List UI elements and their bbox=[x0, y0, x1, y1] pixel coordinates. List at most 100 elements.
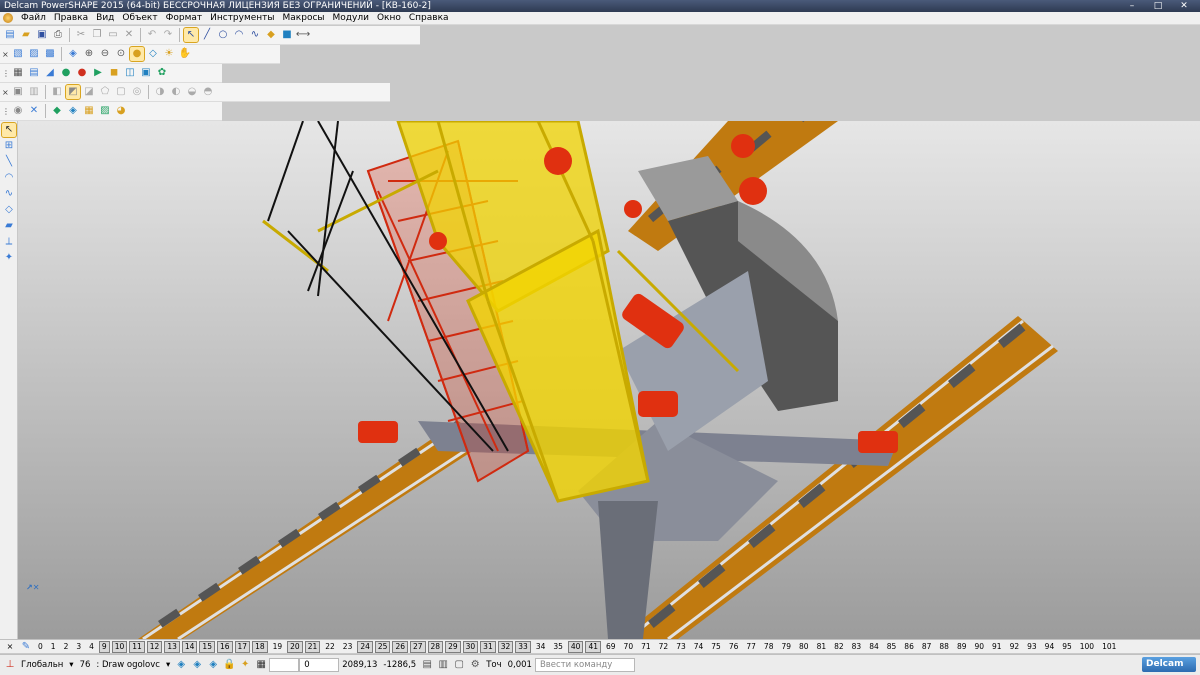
layer-27[interactable]: 27 bbox=[409, 640, 426, 653]
grip-icon[interactable]: ⋮ bbox=[2, 69, 10, 78]
mirror-icon[interactable]: ◐ bbox=[169, 85, 183, 99]
snap-icon[interactable]: ◈ bbox=[174, 658, 188, 672]
layer-2[interactable]: 2 bbox=[61, 641, 72, 653]
wireframe-icon[interactable]: ◇ bbox=[146, 47, 160, 61]
layer-81[interactable]: 81 bbox=[814, 641, 830, 653]
shade-solid-icon[interactable]: ◆ bbox=[50, 104, 64, 118]
view-top-icon[interactable]: ▧ bbox=[11, 47, 25, 61]
menu-help[interactable]: Справка bbox=[405, 13, 453, 23]
layer-30[interactable]: 30 bbox=[462, 640, 479, 653]
layer-18[interactable]: 18 bbox=[252, 640, 268, 653]
sphere-icon[interactable]: ● bbox=[59, 66, 73, 80]
doc-icon[interactable]: ▤ bbox=[27, 66, 41, 80]
grip-2-icon[interactable]: ⋮ bbox=[2, 107, 10, 116]
arc-icon[interactable]: ◠ bbox=[232, 28, 246, 42]
chamfer-icon[interactable]: ⬠ bbox=[98, 85, 112, 99]
curve-tool-icon[interactable]: ∿ bbox=[2, 187, 16, 201]
layer-28[interactable]: 28 bbox=[427, 640, 444, 653]
layer-22[interactable]: 22 bbox=[322, 641, 338, 653]
solid-tool-icon[interactable]: ▰ bbox=[2, 219, 16, 233]
workplane-dropdown-icon[interactable]: ▾ bbox=[66, 660, 76, 670]
analysis-icon[interactable]: ▨ bbox=[98, 104, 112, 118]
pointer-icon[interactable]: ↖ bbox=[1, 122, 17, 138]
value-field[interactable]: 0 bbox=[299, 658, 340, 672]
menu-object[interactable]: Объект bbox=[118, 13, 161, 23]
layer-71[interactable]: 71 bbox=[638, 641, 654, 653]
text-tool-icon[interactable]: ✦ bbox=[2, 251, 16, 265]
hand-icon[interactable]: ✋ bbox=[178, 47, 192, 61]
layer-34[interactable]: 34 bbox=[533, 641, 549, 653]
zoom-in-icon[interactable]: ⊕ bbox=[82, 47, 96, 61]
layer-33[interactable]: 33 bbox=[515, 640, 531, 653]
level-select[interactable]: : Draw ogolovc bbox=[93, 660, 163, 670]
layer-21[interactable]: 21 bbox=[304, 640, 321, 653]
select-icon[interactable]: ↖ bbox=[183, 27, 199, 43]
split-icon[interactable]: ◑ bbox=[153, 85, 167, 99]
level-dropdown-icon[interactable]: ▾ bbox=[163, 660, 173, 670]
gear-icon[interactable]: ✿ bbox=[155, 66, 169, 80]
shade-icon[interactable]: ● bbox=[129, 46, 145, 62]
layer-75[interactable]: 75 bbox=[708, 641, 724, 653]
cut-icon[interactable]: ✂ bbox=[74, 28, 88, 42]
layer-9[interactable]: 9 bbox=[98, 640, 110, 653]
menu-format[interactable]: Формат bbox=[162, 13, 207, 23]
calculator-icon[interactable]: ▤ bbox=[420, 658, 434, 672]
layer-100[interactable]: 100 bbox=[1077, 641, 1097, 653]
layers-icon[interactable]: ◫ bbox=[123, 66, 137, 80]
print-icon[interactable]: ⎙ bbox=[51, 28, 65, 42]
layer-92[interactable]: 92 bbox=[1007, 641, 1023, 653]
layer-87[interactable]: 87 bbox=[919, 641, 935, 653]
layer-manager-icon[interactable]: ✎ bbox=[19, 640, 33, 653]
close-toolbar-2-icon[interactable]: × bbox=[2, 88, 10, 97]
layer-1[interactable]: 1 bbox=[48, 641, 59, 653]
line-tool-icon[interactable]: ╲ bbox=[2, 155, 16, 169]
layer-26[interactable]: 26 bbox=[392, 640, 408, 653]
fillet-icon[interactable]: ◪ bbox=[82, 85, 96, 99]
table-icon[interactable]: ▥ bbox=[436, 658, 450, 672]
menu-window[interactable]: Окно bbox=[373, 13, 405, 23]
box-icon[interactable]: ◼ bbox=[107, 66, 121, 80]
layer-0[interactable]: 0 bbox=[35, 641, 46, 653]
settings-icon[interactable]: ✦ bbox=[238, 658, 252, 672]
layer-78[interactable]: 78 bbox=[761, 641, 777, 653]
layer-3[interactable]: 3 bbox=[73, 641, 84, 653]
draft-icon[interactable]: ◓ bbox=[201, 85, 215, 99]
circle-icon[interactable]: ○ bbox=[216, 28, 230, 42]
view-side-icon[interactable]: ▩ bbox=[43, 47, 57, 61]
revolve-icon[interactable]: ◩ bbox=[65, 84, 81, 100]
layer-14[interactable]: 14 bbox=[181, 640, 198, 653]
layer-15[interactable]: 15 bbox=[199, 640, 215, 653]
snap3-icon[interactable]: ◈ bbox=[206, 658, 220, 672]
zoom-fit-icon[interactable]: ⊙ bbox=[114, 47, 128, 61]
lock-icon[interactable]: 🔒 bbox=[222, 658, 236, 672]
layer-17[interactable]: 17 bbox=[234, 640, 251, 653]
layer-94[interactable]: 94 bbox=[1042, 641, 1058, 653]
dimension-tool-icon[interactable]: ⟂ bbox=[2, 235, 16, 249]
shape-icon[interactable]: ◢ bbox=[43, 66, 57, 80]
arc-tool-icon[interactable]: ◠ bbox=[2, 171, 16, 185]
grid-icon[interactable]: ▦ bbox=[254, 658, 268, 672]
edges-icon[interactable]: ◈ bbox=[66, 104, 80, 118]
layer-4[interactable]: 4 bbox=[86, 641, 97, 653]
cylinder-icon[interactable]: ▥ bbox=[27, 85, 41, 99]
layer-24[interactable]: 24 bbox=[357, 640, 373, 653]
copy-icon[interactable]: ❐ bbox=[90, 28, 104, 42]
layer-31[interactable]: 31 bbox=[480, 640, 496, 653]
layer-29[interactable]: 29 bbox=[445, 640, 461, 653]
boolean-icon[interactable]: ◎ bbox=[130, 85, 144, 99]
layer-84[interactable]: 84 bbox=[866, 641, 882, 653]
layer-83[interactable]: 83 bbox=[849, 641, 865, 653]
menu-tools[interactable]: Инструменты bbox=[206, 13, 278, 23]
layer-85[interactable]: 85 bbox=[884, 641, 900, 653]
cone-icon[interactable]: ▶ bbox=[91, 66, 105, 80]
solid-tree-icon[interactable]: ◉ bbox=[11, 104, 25, 118]
layer-82[interactable]: 82 bbox=[831, 641, 847, 653]
layer-25[interactable]: 25 bbox=[374, 640, 391, 653]
graphics-viewport[interactable]: ↗✕ bbox=[18, 121, 1200, 639]
block-icon[interactable]: ▣ bbox=[11, 85, 25, 99]
close-button[interactable]: ✕ bbox=[1178, 0, 1190, 12]
layer-90[interactable]: 90 bbox=[971, 641, 987, 653]
close-toolbar-icon[interactable]: × bbox=[2, 50, 10, 59]
workplane-select[interactable]: Глобальн bbox=[18, 660, 66, 670]
surface-tool-icon[interactable]: ◇ bbox=[2, 203, 16, 217]
